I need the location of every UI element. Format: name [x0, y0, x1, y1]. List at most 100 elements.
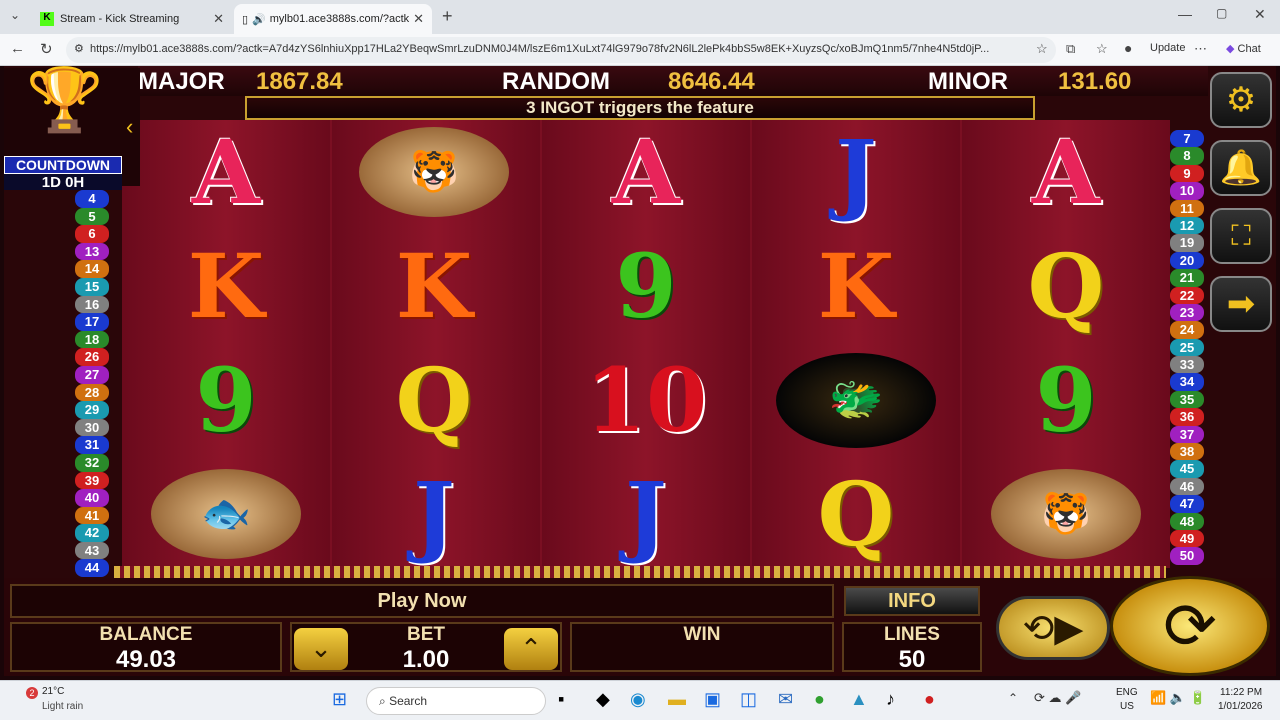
- bet-increase-button[interactable]: ⌃: [504, 628, 558, 670]
- line-number-badge[interactable]: 19: [1170, 234, 1204, 252]
- line-number-badge[interactable]: 29: [75, 401, 109, 419]
- back-icon[interactable]: ←: [10, 40, 25, 57]
- line-number-badge[interactable]: 48: [1170, 512, 1204, 530]
- speaker-icon[interactable]: 🔊: [252, 13, 266, 26]
- tray-chevron-icon[interactable]: ⌃: [1008, 691, 1018, 705]
- line-number-badge[interactable]: 10: [1170, 182, 1204, 200]
- info-button[interactable]: INFO: [844, 586, 980, 616]
- line-number-badge[interactable]: 38: [1170, 443, 1204, 461]
- line-number-badge[interactable]: 23: [1170, 303, 1204, 322]
- line-number-badge[interactable]: 42: [75, 524, 109, 542]
- refresh-icon[interactable]: ↻: [40, 40, 53, 58]
- file-explorer-icon[interactable]: ▬: [668, 689, 686, 710]
- temperature[interactable]: 21°C: [42, 686, 64, 697]
- line-number-badge[interactable]: 9: [1170, 164, 1204, 183]
- url-field[interactable]: ⚙ https://mylb01.ace3888s.com/?actk=A7d4…: [66, 37, 1056, 63]
- region[interactable]: US: [1120, 701, 1134, 712]
- line-number-badge[interactable]: 28: [75, 383, 109, 402]
- line-number-badge[interactable]: 36: [1170, 408, 1204, 426]
- close-icon[interactable]: ✕: [413, 11, 424, 27]
- line-number-badge[interactable]: 25: [1170, 338, 1204, 357]
- line-number-badge[interactable]: 43: [75, 541, 109, 560]
- extensions-icon[interactable]: ⧉: [1066, 41, 1075, 57]
- clock-time[interactable]: 11:22 PM: [1220, 687, 1262, 698]
- favorites-icon[interactable]: ☆: [1096, 41, 1108, 57]
- spin-button[interactable]: ⟳: [1110, 576, 1270, 676]
- tab-kick[interactable]: K Stream - Kick Streaming ✕: [32, 4, 232, 34]
- new-tab-icon[interactable]: +: [442, 6, 453, 27]
- line-number-badge[interactable]: 27: [75, 365, 109, 384]
- copilot-icon[interactable]: ◆: [596, 689, 610, 710]
- store-icon[interactable]: ▣: [704, 689, 721, 710]
- tiktok-icon[interactable]: ♪: [886, 689, 895, 710]
- windows-start-icon[interactable]: ⊞: [332, 689, 347, 710]
- line-number-badge[interactable]: 41: [75, 506, 109, 525]
- line-number-badge[interactable]: 47: [1170, 495, 1204, 513]
- line-number-badge[interactable]: 45: [1170, 460, 1204, 478]
- line-number-badge[interactable]: 35: [1170, 390, 1204, 409]
- line-number-badge[interactable]: 16: [75, 295, 109, 314]
- line-number-badge[interactable]: 7: [1170, 130, 1204, 148]
- site-info-icon[interactable]: ⚙: [74, 42, 84, 55]
- line-number-badge[interactable]: 30: [75, 418, 109, 437]
- line-number-badge[interactable]: 50: [1170, 547, 1204, 565]
- line-number-badge[interactable]: 24: [1170, 321, 1204, 339]
- line-number-badge[interactable]: 17: [75, 313, 109, 331]
- minimize-icon[interactable]: —: [1178, 6, 1192, 22]
- edge-icon[interactable]: ◉: [630, 689, 646, 710]
- favorite-star-icon[interactable]: ☆: [1036, 41, 1048, 57]
- line-number-badge[interactable]: 13: [75, 242, 109, 261]
- line-number-badge[interactable]: 44: [75, 559, 109, 578]
- tab-game[interactable]: ▯ 🔊 mylb01.ace3888s.com/?actk ✕: [234, 4, 432, 34]
- weather-text[interactable]: Light rain: [42, 701, 83, 712]
- collapse-arrow-icon[interactable]: ‹: [126, 114, 133, 140]
- task-view-icon[interactable]: ▪: [558, 689, 564, 710]
- line-number-badge[interactable]: 40: [75, 489, 109, 507]
- line-number-badge[interactable]: 12: [1170, 216, 1204, 235]
- line-number-badge[interactable]: 21: [1170, 269, 1204, 287]
- line-number-badge[interactable]: 33: [1170, 356, 1204, 374]
- network-volume-battery-icons[interactable]: 📶 🔈 🔋: [1150, 690, 1206, 706]
- line-number-badge[interactable]: 34: [1170, 373, 1204, 391]
- autoplay-button[interactable]: ⟲▶: [996, 596, 1110, 660]
- line-number-badge[interactable]: 11: [1170, 199, 1204, 217]
- line-number-badge[interactable]: 37: [1170, 425, 1204, 444]
- line-number-badge[interactable]: 32: [75, 453, 109, 472]
- line-number-badge[interactable]: 20: [1170, 251, 1204, 270]
- maximize-icon[interactable]: ▢: [1216, 6, 1227, 20]
- line-number-badge[interactable]: 49: [1170, 529, 1204, 548]
- app-red-icon[interactable]: ●: [924, 689, 935, 710]
- line-number-badge[interactable]: 26: [75, 348, 109, 366]
- exit-button[interactable]: ➡: [1210, 276, 1272, 332]
- line-number-badge[interactable]: 15: [75, 277, 109, 296]
- fullscreen-button[interactable]: ⛶: [1210, 208, 1272, 264]
- close-icon[interactable]: ✕: [213, 11, 224, 27]
- outlook-icon[interactable]: ✉: [778, 689, 793, 710]
- line-number-badge[interactable]: 31: [75, 436, 109, 454]
- language[interactable]: ENG: [1116, 687, 1138, 698]
- window-close-icon[interactable]: ✕: [1254, 6, 1266, 23]
- play-now-bar[interactable]: Play Now: [10, 584, 834, 618]
- line-number-badge[interactable]: 8: [1170, 147, 1204, 165]
- app-icon[interactable]: ◫: [740, 689, 757, 710]
- line-number-badge[interactable]: 5: [75, 207, 109, 226]
- tray-icons[interactable]: ⟳ ☁ 🎤: [1034, 690, 1081, 706]
- line-number-badge[interactable]: 22: [1170, 286, 1204, 304]
- line-number-badge[interactable]: 14: [75, 260, 109, 278]
- taskbar-search[interactable]: ⌕ Search: [366, 687, 546, 715]
- line-number-badge[interactable]: 6: [75, 225, 109, 243]
- line-number-badge[interactable]: 46: [1170, 477, 1204, 496]
- tab-list-icon[interactable]: ⌄: [10, 8, 20, 22]
- update-button[interactable]: Update: [1150, 42, 1185, 54]
- photos-icon[interactable]: ▲: [850, 689, 868, 710]
- profile-icon[interactable]: ●: [1124, 40, 1132, 56]
- clock-date[interactable]: 1/01/2026: [1218, 701, 1263, 712]
- bet-decrease-button[interactable]: ⌄: [294, 628, 348, 670]
- app-green-icon[interactable]: ●: [814, 689, 825, 710]
- settings-button[interactable]: ⚙: [1210, 72, 1272, 128]
- copilot-chat-button[interactable]: ◆ Chat: [1226, 42, 1261, 55]
- sound-button[interactable]: 🔔: [1210, 140, 1272, 196]
- line-number-badge[interactable]: 4: [75, 190, 109, 208]
- more-icon[interactable]: ⋯: [1194, 41, 1207, 57]
- line-number-badge[interactable]: 18: [75, 330, 109, 349]
